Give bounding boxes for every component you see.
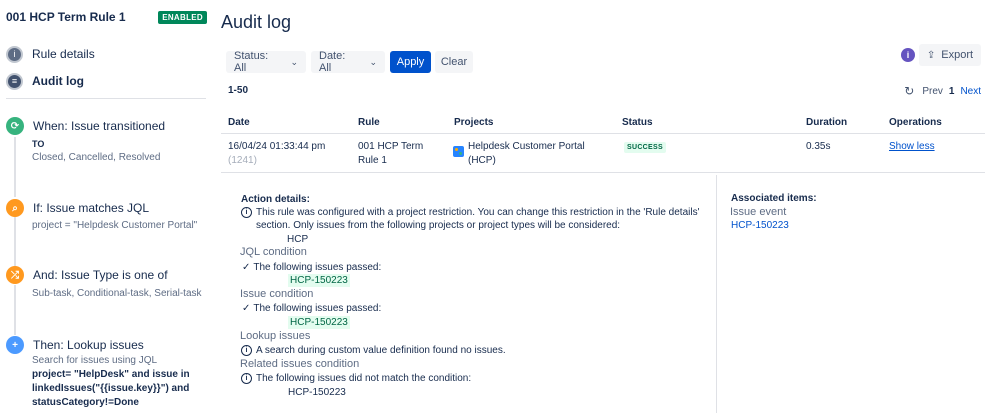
component-title: Then: Lookup issues: [33, 338, 144, 352]
sidebar: 001 HCP Term Rule 1 ENABLED i Rule detai…: [0, 0, 207, 413]
issue-condition-heading: Issue condition: [240, 288, 314, 300]
nav-rule-details-label: Rule details: [32, 47, 95, 61]
list-icon: ≡: [6, 72, 23, 90]
export-label: Export: [941, 49, 974, 61]
export-icon: ⇪: [926, 49, 936, 61]
plus-icon: +: [6, 336, 24, 354]
associated-items-label: Issue event: [730, 206, 787, 218]
component-title: And: Issue Type is one of: [33, 268, 168, 282]
associated-items-title: Associated items:: [731, 193, 817, 204]
restriction-project: HCP: [287, 234, 309, 245]
chevron-down-icon: ⌄: [290, 56, 298, 67]
show-less-link[interactable]: Show less: [889, 141, 935, 152]
related-issues-heading: Related issues condition: [240, 358, 360, 370]
prev-link[interactable]: Prev: [922, 86, 943, 97]
lookup-message: A search during custom value definition …: [256, 345, 506, 356]
date-filter-label: Date: All: [319, 50, 346, 74]
details-divider: [716, 175, 717, 413]
project-icon: [453, 146, 464, 157]
header-divider: [221, 133, 985, 134]
chevron-down-icon: ⌄: [369, 56, 377, 67]
main-panel: Audit log Status: All ⌄ Date: All ⌄ Appl…: [207, 0, 999, 413]
column-header-rule: Rule: [358, 117, 380, 128]
component-trigger[interactable]: ⟳ When: Issue transitioned TO Closed, Ca…: [6, 117, 206, 167]
row-project-line1: Helpdesk Customer Portal: [468, 141, 585, 152]
related-message: The following issues did not match the c…: [256, 373, 472, 384]
component-condition-issuetype[interactable]: ⤮ And: Issue Type is one of Sub-task, Co…: [6, 266, 206, 302]
jql-condition-heading: JQL condition: [240, 246, 307, 258]
shuffle-icon: ⤮: [6, 266, 24, 284]
row-duration: 0.35s: [806, 141, 831, 152]
component-detail: Closed, Cancelled, Resolved: [32, 152, 161, 163]
rule-header: 001 HCP Term Rule 1 ENABLED: [6, 10, 207, 26]
issue-passed-text: The following issues passed:: [242, 302, 381, 315]
nav-audit-log[interactable]: ≡ Audit log: [6, 72, 206, 90]
component-detail: statusCategory!=Done: [32, 397, 139, 408]
column-header-status: Status: [622, 117, 653, 128]
component-detail: Search for issues using JQL: [32, 355, 158, 366]
pagination: ↻ Prev 1 Next: [904, 84, 981, 98]
page-title: Audit log: [221, 12, 292, 32]
export-button[interactable]: ⇪ Export: [919, 44, 981, 66]
component-detail: linkedIssues("{{issue.key}}") and: [32, 383, 190, 394]
lookup-issues-heading: Lookup issues: [240, 330, 311, 342]
jql-issue-key[interactable]: HCP-150223: [288, 274, 350, 287]
component-detail: TO: [32, 139, 45, 149]
component-detail: project = "Helpdesk Customer Portal": [32, 220, 198, 231]
row-rule-line1: 001 HCP Term: [358, 141, 424, 152]
current-page: 1: [948, 85, 955, 97]
nav-rule-details[interactable]: i Rule details: [6, 45, 206, 63]
row-date: 16/04/24 01:33:44 pm: [228, 141, 326, 152]
associated-issue-link[interactable]: HCP-150223: [731, 220, 789, 231]
enabled-badge: ENABLED: [158, 11, 207, 24]
result-range: 1-50: [228, 85, 249, 96]
row-divider: [221, 172, 985, 173]
related-issue-key: HCP-150223: [288, 387, 346, 398]
component-action-lookup[interactable]: + Then: Lookup issues Search for issues …: [6, 336, 206, 412]
refresh-icon[interactable]: ↻: [904, 84, 914, 98]
clear-button[interactable]: Clear: [435, 51, 473, 73]
info-icon: i: [6, 45, 23, 63]
transition-icon: ⟳: [6, 117, 24, 135]
component-title: When: Issue transitioned: [33, 119, 166, 133]
status-filter-label: Status: All: [234, 50, 269, 74]
row-project-line2: (HCP): [468, 155, 496, 166]
search-icon: ⌕: [6, 199, 24, 217]
info-icon[interactable]: i: [901, 48, 915, 62]
component-condition-jql[interactable]: ⌕ If: Issue matches JQL project = "Helpd…: [6, 199, 206, 235]
sidebar-divider: [6, 98, 206, 99]
issue-issue-key[interactable]: HCP-150223: [288, 316, 350, 329]
component-detail: Sub-task, Conditional-task, Serial-task: [32, 288, 202, 299]
component-detail: project= "HelpDesk" and issue in: [32, 369, 190, 380]
column-header-duration: Duration: [806, 117, 848, 128]
rule-title: 001 HCP Term Rule 1: [6, 10, 126, 24]
restriction-text: section. Only issues from the following …: [256, 220, 621, 231]
apply-button[interactable]: Apply: [390, 51, 431, 73]
nav-audit-log-label: Audit log: [32, 74, 84, 88]
action-details-title: Action details:: [241, 194, 310, 205]
column-header-projects: Projects: [454, 117, 494, 128]
column-header-date: Date: [228, 117, 250, 128]
row-id: (1241): [228, 155, 257, 166]
restriction-text: This rule was configured with a project …: [256, 207, 700, 218]
jql-passed-text: The following issues passed:: [242, 261, 381, 274]
next-link[interactable]: Next: [960, 86, 981, 97]
status-filter-dropdown[interactable]: Status: All ⌄: [226, 50, 306, 74]
column-header-operations: Operations: [889, 117, 942, 128]
date-filter-dropdown[interactable]: Date: All ⌄: [311, 50, 385, 74]
status-badge: SUCCESS: [624, 142, 666, 153]
row-rule-line2: Rule 1: [358, 155, 387, 166]
component-title: If: Issue matches JQL: [33, 201, 150, 215]
